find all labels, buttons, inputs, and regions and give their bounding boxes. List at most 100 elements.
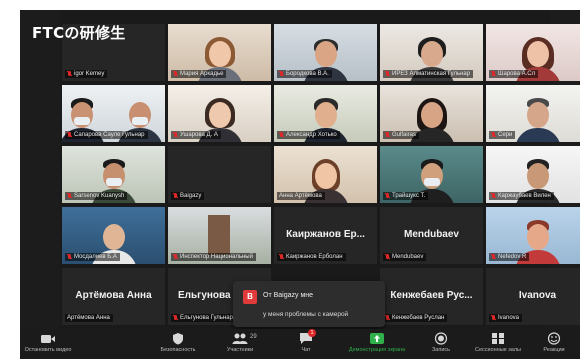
meeting-toolbar: Остановить видео Безопасность 29 Участни… (20, 329, 580, 359)
participant-tile-sharova[interactable]: Шарова А.Сл (486, 24, 580, 81)
chat-sender-label: От Baigazy мне (263, 292, 314, 299)
record-label: Запись (431, 347, 451, 353)
participant-tile-borodkova[interactable]: Бородкова В.А. (274, 24, 377, 81)
participant-name: Мария Аркадье (180, 71, 224, 77)
share-screen-icon (370, 333, 384, 344)
participant-name: Анна Артёмова (279, 193, 322, 199)
participant-name: Ivanova (498, 315, 520, 321)
chat-unread-badge: 1 (308, 329, 316, 337)
participant-name: Gulfairas (392, 132, 417, 138)
participant-name: Бородкова В.А. (286, 71, 329, 77)
share-screen-label: Демонстрация экрана (348, 347, 406, 353)
participant-tile-kenzhebaev[interactable]: Кенжебаев Рус... Кенжебаев Руслан (380, 268, 483, 325)
smiley-icon (547, 332, 561, 345)
participant-tile-ivanova[interactable]: Ivanova Ivanova (486, 268, 580, 325)
participant-tile-mendubaev[interactable]: Mendubaev Mendubaev (380, 207, 483, 264)
grid-left-margin (20, 10, 60, 329)
chat-message-text: у меня проблемы с камерой (263, 311, 349, 318)
participant-name: Ушарова Д. А (180, 132, 218, 138)
video-camera-icon (41, 335, 55, 343)
mic-muted-icon (67, 254, 72, 260)
mic-muted-icon (173, 315, 178, 321)
participants-button[interactable]: 29 Участники (212, 332, 268, 358)
participant-tile-aleksandr[interactable]: Александр Хотько (274, 85, 377, 142)
participant-tile-traishuks[interactable]: Трайшукс Т. (380, 146, 483, 203)
participant-tile-irez[interactable]: ИРЕЗ Алматинская Гульнар (380, 24, 483, 81)
share-screen-button[interactable]: Демонстрация экрана (342, 332, 412, 358)
security-label: Безопасность (160, 347, 196, 353)
participant-tile-mosdaliev[interactable]: Мосдалиев Б.А (62, 207, 165, 264)
participant-tile-kairzhanov[interactable]: Каиржанов Ер... Каиржанов Ерболан (274, 207, 377, 264)
mic-muted-icon (173, 132, 178, 138)
breakout-rooms-button[interactable]: Сессионные залы (468, 332, 528, 358)
participant-name: Кенжебаев Руслан (392, 315, 445, 321)
participant-tile-karzhaubaev[interactable]: Каржаубаев Вилен (486, 146, 580, 203)
participant-display-name: Каиржанов Ер... (286, 229, 365, 240)
record-button[interactable]: Запись (413, 332, 469, 358)
participant-name: Трайшукс Т. (392, 193, 426, 199)
record-icon (434, 332, 448, 345)
participant-name: Артёмова Анна (67, 315, 110, 321)
mic-muted-icon (67, 193, 72, 199)
mic-muted-icon (385, 71, 390, 77)
participant-name: Сапарова Сауле Гульнар (74, 132, 145, 138)
reactions-label: Реакции (543, 347, 565, 353)
participant-name: igor Kemey (74, 71, 105, 77)
participants-count: 29 (250, 334, 257, 340)
security-button[interactable]: Безопасность (150, 332, 206, 358)
participant-name: ИРЕЗ Алматинская Гульнар (392, 71, 471, 77)
stop-video-button[interactable]: Остановить видео (20, 332, 76, 358)
participant-display-name: Ivanova (518, 290, 557, 301)
mic-muted-icon (491, 132, 496, 138)
mic-muted-icon (279, 254, 284, 260)
mic-muted-icon (173, 71, 178, 77)
mic-muted-icon (385, 132, 390, 138)
participant-name: Каржаубаев Вилен (498, 193, 551, 199)
mic-muted-icon (491, 193, 496, 199)
participant-tile-gulfairas[interactable]: Gulfairas (380, 85, 483, 142)
participant-tile-anna[interactable]: Анна Артёмова (274, 146, 377, 203)
mic-muted-icon (491, 71, 496, 77)
screen-title: FTCの研修生 (32, 24, 126, 42)
participant-tile-artemova[interactable]: Артёмова Анна Артёмова Анна (62, 268, 165, 325)
participant-name: Инспектор Национальный (180, 254, 253, 260)
mic-muted-icon (173, 254, 178, 260)
chat-notification-popup[interactable]: B От Baigazy мне у меня проблемы с камер… (233, 281, 385, 327)
grid-icon (492, 333, 504, 344)
mic-muted-icon (67, 132, 72, 138)
participant-display-name: Mendubaev (403, 229, 459, 240)
people-icon (232, 333, 248, 344)
participant-name: Nefedov R (498, 254, 527, 260)
participant-tile-sarsenov[interactable]: Sarsenov Kuanysh (62, 146, 165, 203)
participant-name: Шарова А.Сл (498, 71, 536, 77)
chat-sender-avatar: B (243, 290, 257, 304)
shield-icon (173, 333, 183, 345)
participant-tile-saparova[interactable]: Сапарова Сауле Гульнар (62, 85, 165, 142)
participant-tile-maria[interactable]: Мария Аркадье (168, 24, 271, 81)
participant-tile-usharova[interactable]: Ушарова Д. А (168, 85, 271, 142)
participant-name: Sarsenov Kuanysh (74, 193, 125, 199)
stop-video-label: Остановить видео (24, 347, 72, 353)
participant-name: Сери (498, 132, 513, 138)
participant-name: Ельгунова Гульнар (180, 315, 233, 321)
chat-label: Чат (301, 347, 311, 353)
participant-name: Mendubaev (392, 254, 424, 260)
participant-name: Baigazy (180, 193, 202, 199)
participant-tile-nefedov[interactable]: Nefedov R (486, 207, 580, 264)
chat-button[interactable]: 1 Чат (278, 329, 334, 358)
reactions-button[interactable]: Реакции (528, 332, 580, 358)
participant-name: Александр Хотько (286, 132, 337, 138)
mic-muted-icon (491, 254, 496, 260)
participant-tile-inspektor[interactable]: Инспектор Национальный (168, 207, 271, 264)
participant-display-name: Кенжебаев Рус... (390, 290, 473, 301)
mic-muted-icon (173, 193, 178, 199)
participant-tile-baigazy[interactable]: Baigazy (168, 146, 271, 203)
participant-tile-seri[interactable]: Сери (486, 85, 580, 142)
mic-muted-icon (385, 254, 390, 260)
mic-muted-icon (279, 132, 284, 138)
participants-label: Участники (226, 347, 254, 353)
mic-muted-icon (279, 71, 284, 77)
breakout-rooms-label: Сессионные залы (474, 347, 522, 353)
mic-muted-icon (385, 193, 390, 199)
participant-display-name: Артёмова Анна (75, 290, 152, 301)
